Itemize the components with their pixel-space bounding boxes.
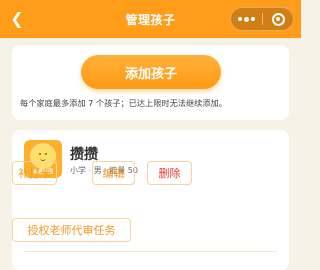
more-options-icon[interactable] [231, 16, 262, 22]
edit-child-button[interactable]: 编辑 [92, 161, 135, 185]
mini-program-capsule [230, 7, 294, 31]
authorize-teacher-button[interactable]: 授权老师代审任务 [12, 218, 131, 242]
nav-bar: ❮ 管理孩子 [0, 0, 301, 38]
add-child-button[interactable]: 添加孩子 [81, 55, 221, 89]
card-divider [24, 251, 277, 252]
add-limit-hint: 每个家庭最多添加 7 个孩子；已达上限时无法继续添加。 [20, 98, 227, 108]
close-mini-program-icon[interactable] [263, 12, 293, 26]
child-card: 星星乐园 攒攒 小学 · 男 · 能量 50 [12, 130, 289, 270]
back-arrow-icon[interactable]: ❮ [8, 10, 26, 28]
page-title: 管理孩子 [125, 12, 176, 27]
makeup-checkin-button[interactable]: 补打卡 [12, 161, 57, 185]
add-child-card: 添加孩子 每个家庭最多添加 7 个孩子；已达上限时无法继续添加。 [12, 45, 289, 120]
delete-child-button[interactable]: 删除 [147, 161, 192, 185]
